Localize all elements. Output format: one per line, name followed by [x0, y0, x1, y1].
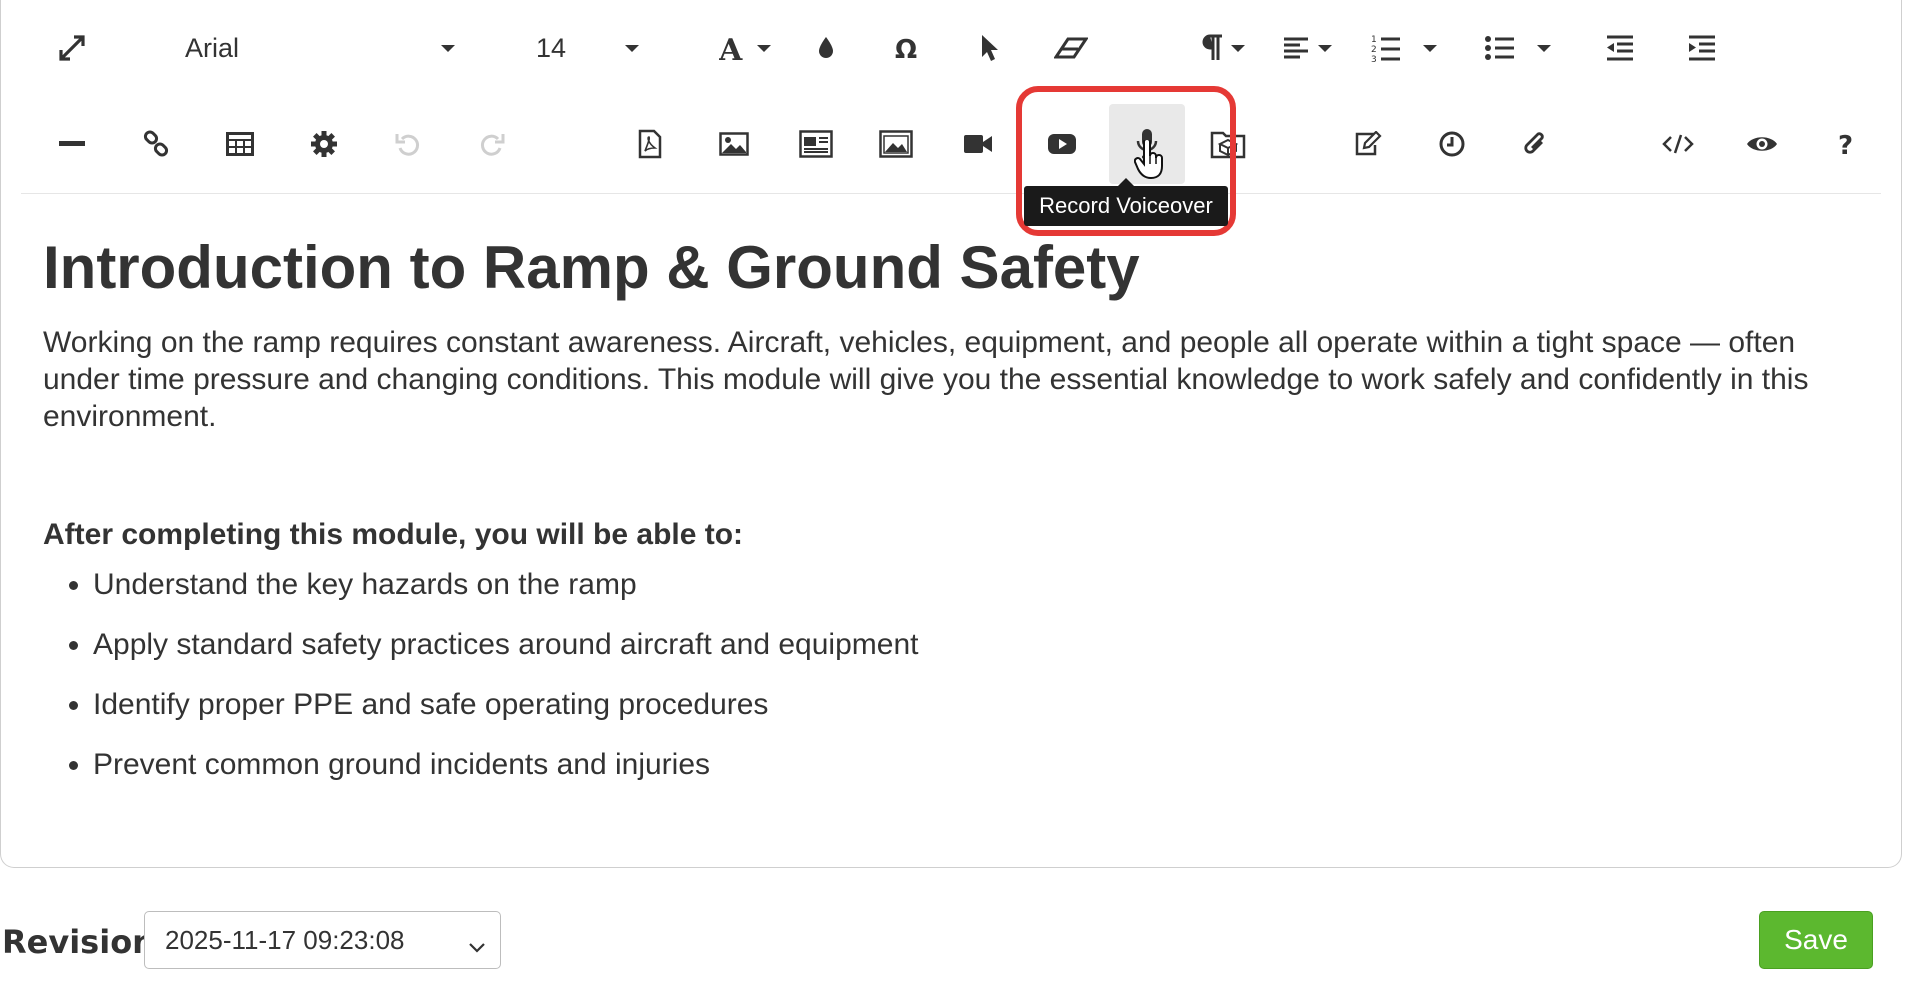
font-size-dropdown[interactable]: 14 — [536, 8, 656, 88]
image-text-icon[interactable] — [791, 104, 841, 184]
align-icon[interactable] — [1267, 8, 1347, 88]
image-icon[interactable] — [709, 104, 759, 184]
toolbar-divider — [21, 193, 1881, 194]
toolbar-row-2: ? — [21, 104, 1881, 184]
font-family-value: Arial — [185, 32, 240, 63]
link-icon[interactable] — [131, 104, 181, 184]
clear-formatting-icon[interactable] — [1041, 8, 1101, 88]
rich-text-editor: Arial 14 A Ω 123 ? Introduction to Ramp … — [0, 0, 1902, 868]
indent-icon[interactable] — [1677, 8, 1727, 88]
select-icon[interactable] — [965, 8, 1015, 88]
pdf-icon[interactable] — [625, 104, 675, 184]
svg-text:2: 2 — [1371, 45, 1377, 55]
unordered-list-icon[interactable] — [1473, 8, 1563, 88]
footer: Revision 2025-11-17 09:23:08 Save — [0, 905, 1905, 985]
3d-object-icon[interactable] — [1203, 104, 1253, 184]
text-color-icon[interactable]: A — [705, 8, 785, 88]
list-item: Identify proper PPE and safe operating p… — [93, 687, 1841, 723]
page-title: Introduction to Ramp & Ground Safety — [43, 234, 1140, 301]
save-button[interactable]: Save — [1759, 911, 1873, 969]
outdent-icon[interactable] — [1595, 8, 1645, 88]
paragraph-format-icon[interactable] — [1183, 8, 1263, 88]
svg-text:Ω: Ω — [895, 35, 917, 61]
youtube-icon[interactable] — [1037, 104, 1087, 184]
chevron-down-icon — [441, 44, 455, 52]
image-gallery-icon[interactable] — [871, 104, 921, 184]
font-family-dropdown[interactable]: Arial — [185, 8, 485, 88]
objectives-heading: After completing this module, you will b… — [43, 518, 744, 551]
redo-icon[interactable] — [467, 104, 517, 184]
settings-icon[interactable] — [299, 104, 349, 184]
preview-icon[interactable] — [1737, 104, 1787, 184]
table-icon[interactable] — [215, 104, 265, 184]
intro-paragraph: Working on the ramp requires constant aw… — [43, 326, 1809, 433]
svg-text:1: 1 — [1371, 35, 1377, 45]
tooltip: Record Voiceover — [1024, 186, 1228, 226]
revision-select[interactable]: 2025-11-17 09:23:08 — [144, 911, 501, 969]
hand-cursor-icon — [1133, 138, 1166, 185]
svg-text:?: ? — [1838, 131, 1853, 157]
svg-text:3: 3 — [1371, 55, 1377, 62]
edit-icon[interactable] — [1343, 104, 1393, 184]
font-size-value: 14 — [536, 32, 567, 63]
video-icon[interactable] — [953, 104, 1003, 184]
special-character-icon[interactable]: Ω — [881, 8, 931, 88]
horizontal-line-icon[interactable] — [47, 104, 97, 184]
list-item: Prevent common ground incidents and inju… — [93, 747, 1841, 783]
fullscreen-icon[interactable] — [47, 8, 97, 88]
help-icon[interactable]: ? — [1821, 104, 1871, 184]
chevron-down-icon — [625, 44, 639, 52]
chevron-down-icon — [468, 930, 486, 961]
list-item: Understand the key hazards on the ramp — [93, 567, 1841, 603]
editor-content[interactable]: Introduction to Ramp & Ground Safety Wor… — [43, 232, 1841, 807]
toolbar-row-1: Arial 14 A Ω 123 — [21, 8, 1881, 88]
revision-label: Revision — [2, 923, 155, 961]
ordered-list-icon[interactable]: 123 — [1359, 8, 1449, 88]
code-view-icon[interactable] — [1653, 104, 1703, 184]
list-item: Apply standard safety practices around a… — [93, 627, 1841, 663]
svg-text:A: A — [719, 33, 743, 63]
revision-value: 2025-11-17 09:23:08 — [165, 924, 405, 955]
undo-icon[interactable] — [383, 104, 433, 184]
attachment-icon[interactable] — [1511, 104, 1561, 184]
clock-icon[interactable] — [1427, 104, 1477, 184]
tooltip-arrow — [1118, 178, 1134, 186]
highlight-color-icon[interactable] — [801, 8, 851, 88]
objectives-list: Understand the key hazards on the ramp A… — [43, 567, 1841, 783]
